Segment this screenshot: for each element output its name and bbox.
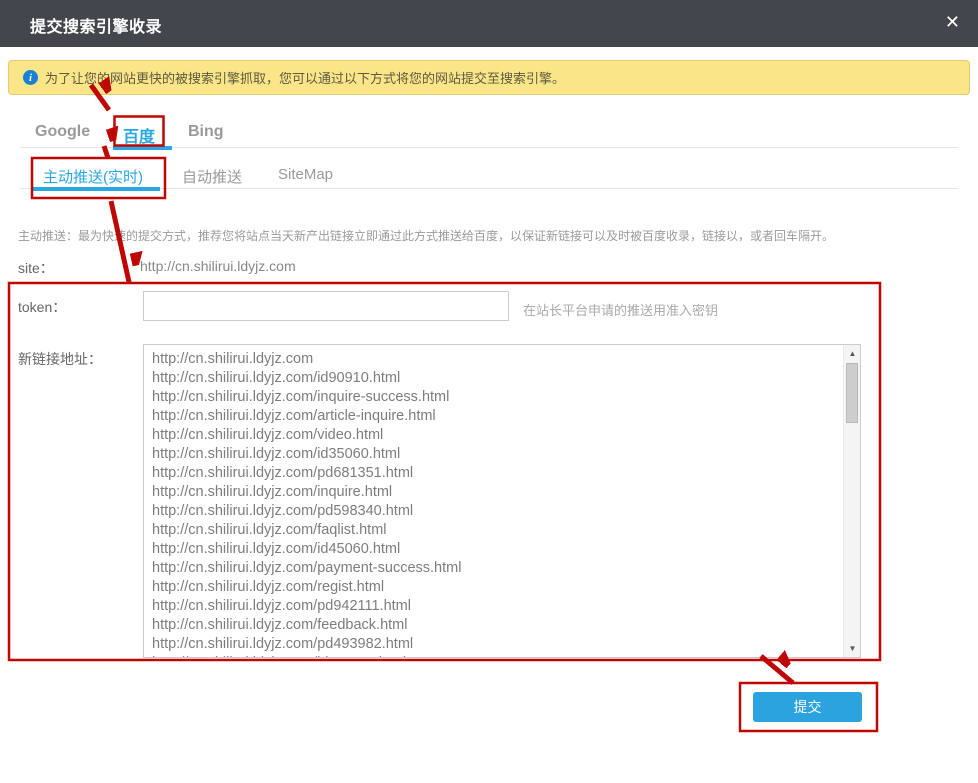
token-label: token： bbox=[18, 297, 66, 317]
info-icon: i bbox=[23, 70, 38, 85]
scrollbar-thumb[interactable] bbox=[846, 363, 858, 423]
site-label: site： bbox=[18, 258, 54, 278]
dialog-title: 提交搜索引擎收录 bbox=[30, 13, 162, 37]
close-icon[interactable]: ✕ bbox=[945, 11, 960, 33]
new-links-textarea[interactable]: http://cn.shilirui.ldyjz.com http://cn.s… bbox=[143, 344, 861, 658]
link-url: http://cn.shilirui.ldyjz.com/pd598340.ht… bbox=[152, 502, 842, 521]
link-url: http://cn.shilirui.ldyjz.com/pd493982.ht… bbox=[152, 635, 842, 654]
link-url: http://cn.shilirui.ldyjz.com/pd942111.ht… bbox=[152, 597, 842, 616]
new-links-content: http://cn.shilirui.ldyjz.com http://cn.s… bbox=[152, 350, 842, 657]
method-description: 主动推送：最为快速的提交方式，推荐您将站点当天新产出链接立即通过此方式推送给百度… bbox=[18, 227, 958, 244]
token-input[interactable] bbox=[143, 291, 509, 321]
link-url: http://cn.shilirui.ldyjz.com/id90910.htm… bbox=[152, 369, 842, 388]
link-url: http://cn.shilirui.ldyjz.com/video.html bbox=[152, 426, 842, 445]
link-url: http://cn.shilirui.ldyjz.com/id45060.htm… bbox=[152, 540, 842, 559]
scrollbar-up-icon[interactable]: ▲ bbox=[844, 345, 861, 362]
link-url: http://cn.shilirui.ldyjz.com/article-inq… bbox=[152, 407, 842, 426]
submit-search-engine-dialog: 提交搜索引擎收录 ✕ i 为了让您的网站更快的被搜索引擎抓取，您可以通过以下方式… bbox=[0, 0, 978, 783]
info-banner-text: 为了让您的网站更快的被搜索引擎抓取，您可以通过以下方式将您的网站提交至搜索引擎。 bbox=[45, 68, 565, 87]
link-url: http://cn.shilirui.ldyjz.com/faqlist.htm… bbox=[152, 521, 842, 540]
link-url: http://cn.shilirui.ldyjz.com/inquire-suc… bbox=[152, 388, 842, 407]
link-url: http://cn.shilirui.ldyjz.com/regist.html bbox=[152, 578, 842, 597]
link-url: http://cn.shilirui.ldyjz.com/inquire.htm… bbox=[152, 483, 842, 502]
method-tabs-divider bbox=[20, 188, 958, 189]
link-url: http://cn.shilirui.ldyjz.com/id35060.htm… bbox=[152, 445, 842, 464]
tab-google[interactable]: Google bbox=[35, 123, 90, 141]
tab-baidu-active-underline bbox=[113, 146, 172, 150]
tab-active-push-underline bbox=[32, 187, 160, 191]
link-url: http://cn.shilirui.ldyjz.com/payment-suc… bbox=[152, 559, 842, 578]
dialog-header: 提交搜索引擎收录 ✕ bbox=[0, 0, 978, 47]
tab-auto-push[interactable]: 自动推送 bbox=[182, 166, 242, 187]
scrollbar-down-icon[interactable]: ▼ bbox=[844, 640, 861, 657]
tab-sitemap[interactable]: SiteMap bbox=[278, 166, 333, 183]
tab-active-push-realtime[interactable]: 主动推送(实时) bbox=[43, 166, 143, 187]
link-url: http://cn.shilirui.ldyjz.com/feedback.ht… bbox=[152, 616, 842, 635]
textarea-scrollbar[interactable]: ▲ ▼ bbox=[843, 345, 860, 657]
annotation-arrow-to-submit bbox=[761, 656, 793, 683]
link-url: http://cn.shilirui.ldyjz.com bbox=[152, 350, 842, 369]
tab-bing[interactable]: Bing bbox=[188, 123, 224, 141]
new-links-label: 新链接地址： bbox=[18, 349, 102, 369]
submit-button[interactable]: 提交 bbox=[753, 692, 862, 722]
link-url: http://cn.shilirui.ldyjz.com/id942111.ht… bbox=[152, 654, 842, 657]
link-url: http://cn.shilirui.ldyjz.com/pd681351.ht… bbox=[152, 464, 842, 483]
info-banner-content: i 为了让您的网站更快的被搜索引擎抓取，您可以通过以下方式将您的网站提交至搜索引… bbox=[23, 61, 565, 94]
info-banner: i 为了让您的网站更快的被搜索引擎抓取，您可以通过以下方式将您的网站提交至搜索引… bbox=[8, 60, 970, 95]
tab-baidu[interactable]: 百度 bbox=[123, 123, 155, 147]
token-hint: 在站长平台申请的推送用准入密钥 bbox=[523, 300, 718, 319]
site-value: http://cn.shilirui.ldyjz.com bbox=[140, 258, 296, 274]
